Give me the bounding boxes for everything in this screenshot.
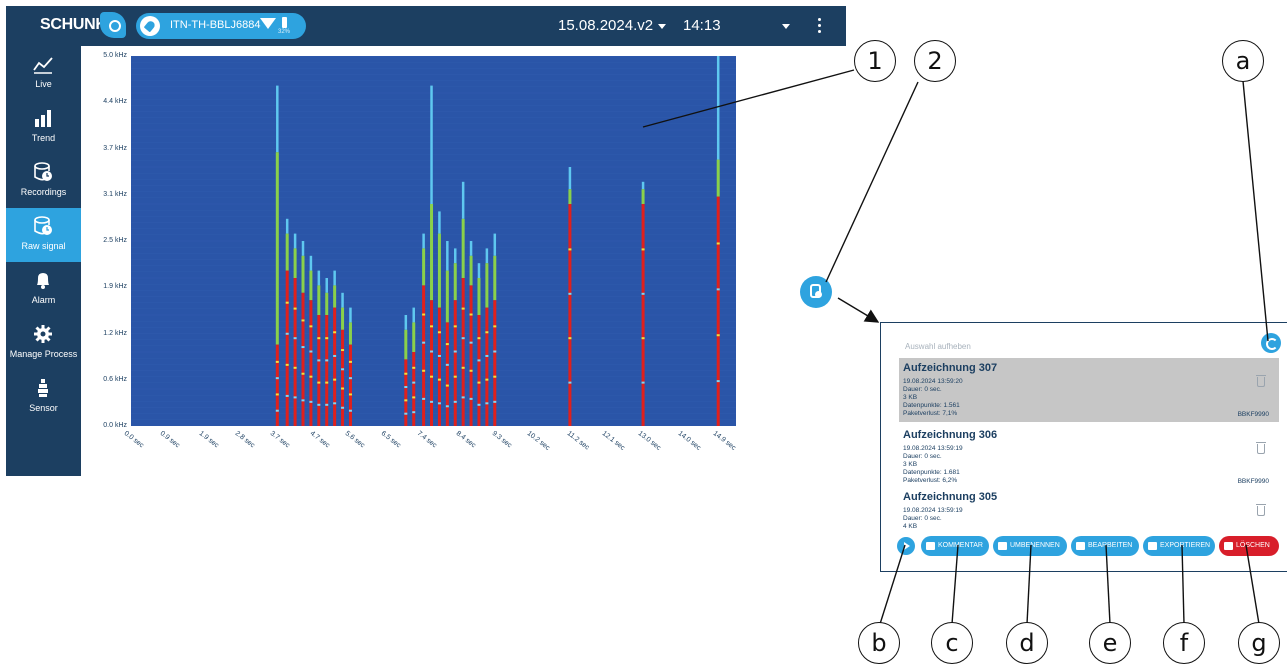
- callout-b: b: [858, 622, 900, 664]
- callout-2: 2: [914, 40, 956, 82]
- callout-1: 1: [854, 40, 896, 82]
- callout-d: d: [1006, 622, 1048, 664]
- callout-c: c: [931, 622, 973, 664]
- callout-f: f: [1163, 622, 1205, 664]
- callout-e: e: [1089, 622, 1131, 664]
- callout-a: a: [1222, 40, 1264, 82]
- callout-g: g: [1238, 622, 1280, 664]
- annotation-lines: [642, 69, 1269, 625]
